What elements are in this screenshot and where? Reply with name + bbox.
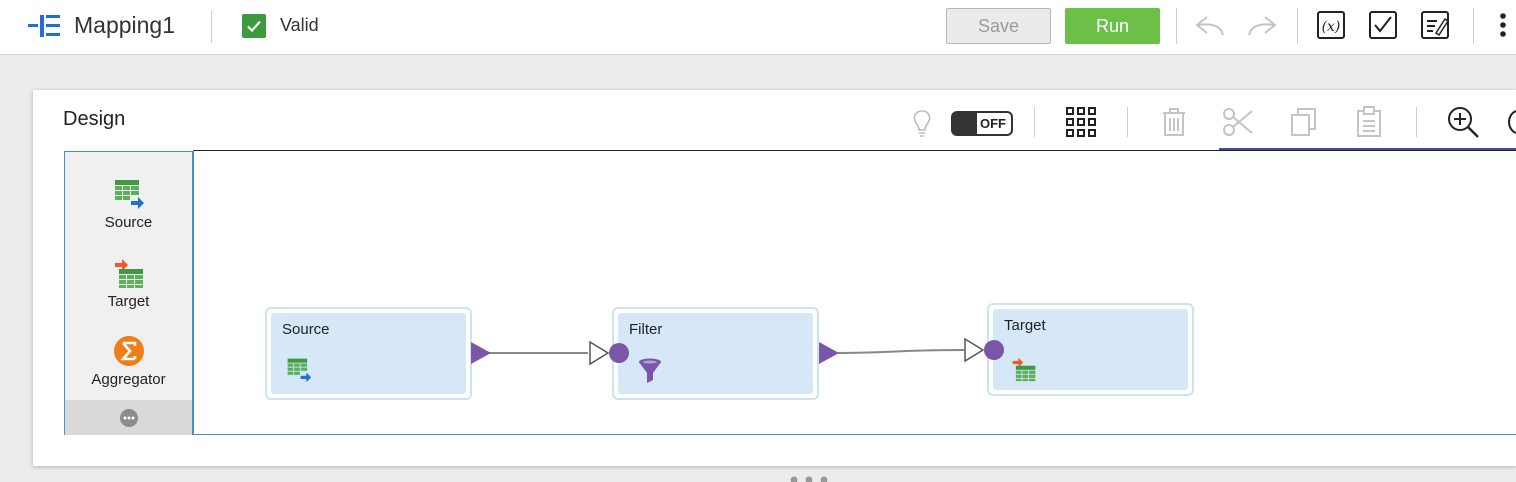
divider [1297,8,1298,44]
node-body: Source [271,313,466,394]
node-body: Filter [618,313,813,394]
source-icon [113,178,145,210]
toggle-label: OFF [980,116,1006,131]
parameters-icon[interactable]: (x) [1315,8,1349,44]
notes-icon[interactable] [1419,8,1453,44]
run-button[interactable]: Run [1065,8,1160,44]
divider [1127,107,1128,137]
aggregator-icon [113,335,145,367]
zoom-in-icon[interactable] [1445,104,1481,140]
save-button[interactable]: Save [946,8,1051,44]
node-target[interactable]: Target [987,303,1194,396]
header-bar: Mapping1 Valid Save Run (x) [0,0,1516,55]
more-transformations-icon [119,408,139,428]
zoom-out-icon[interactable] [1507,106,1516,138]
node-label: Filter [629,321,662,338]
node-body: Target [993,309,1188,390]
design-title: Design [63,108,125,131]
redo-icon[interactable] [1245,8,1279,44]
divider [1416,107,1417,137]
divider [1034,107,1035,137]
undo-icon[interactable] [1193,8,1227,44]
more-transformations-button[interactable] [65,400,192,435]
node-source[interactable]: Source [265,307,472,400]
cut-icon[interactable] [1222,106,1254,138]
page-title: Mapping1 [74,12,175,39]
input-port[interactable] [963,337,1009,363]
svg-text:(x): (x) [1322,19,1341,35]
palette-item-label: Target [65,293,192,310]
lightbulb-icon[interactable] [911,108,933,138]
toggle-switch[interactable]: OFF [951,111,1013,136]
check-icon [242,14,266,38]
grid-icon[interactable] [1065,106,1097,138]
node-label: Target [1004,317,1046,334]
mapping-canvas[interactable]: Source Filter [193,150,1516,435]
design-panel: Design OFF [33,90,1516,466]
delete-icon[interactable] [1160,106,1188,138]
divider [1473,8,1474,44]
validate-icon[interactable] [1367,8,1401,44]
toggle-knob [953,113,977,134]
mapping-icon [28,12,62,40]
paste-icon[interactable] [1355,105,1383,138]
transformation-palette: Source Target Aggregator [64,151,193,435]
output-port[interactable] [818,341,840,365]
valid-status-label: Valid [280,15,319,36]
source-icon [286,357,312,383]
palette-item-label: Aggregator [65,371,192,388]
input-port[interactable] [588,340,634,366]
palette-item-label: Source [65,214,192,231]
target-icon [1011,356,1037,382]
link-filter-target [838,350,964,353]
filter-icon [638,357,662,385]
node-filter[interactable]: Filter [612,307,819,400]
divider [1176,8,1177,44]
palette-item-aggregator[interactable]: Aggregator [65,335,192,388]
palette-item-target[interactable]: Target [65,257,192,310]
copy-icon[interactable] [1289,106,1319,138]
target-icon [113,257,145,289]
palette-item-source[interactable]: Source [65,178,192,231]
valid-checkbox[interactable] [242,14,266,38]
more-icon[interactable] [1494,8,1512,44]
divider [211,11,212,43]
output-port[interactable] [470,341,492,365]
node-label: Source [282,321,330,338]
